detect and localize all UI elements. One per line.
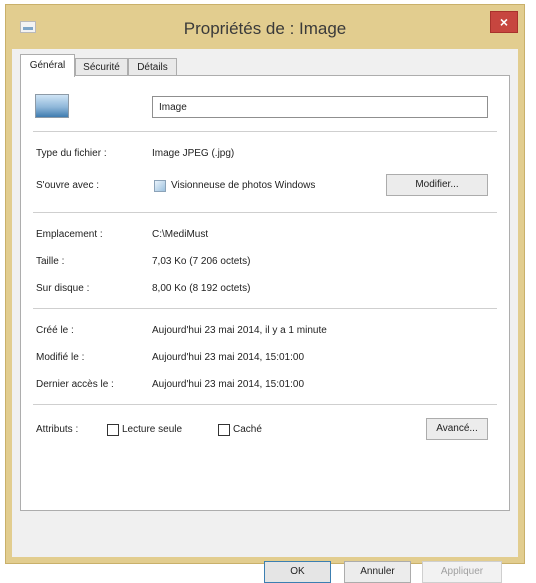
opens-with-label: S'ouvre avec :	[36, 180, 100, 191]
modified-label: Modifié le :	[36, 352, 85, 363]
size-value: 7,03 Ko (7 206 octets)	[152, 256, 251, 267]
dialog-title: Propriétés de : Image	[183, 19, 347, 38]
file-name-input[interactable]	[152, 96, 488, 118]
size-on-disk-label: Sur disque :	[36, 283, 90, 294]
properties-dialog: Propriétés de : Image × Général Sécurité…	[5, 4, 525, 583]
cancel-button[interactable]: Annuler	[344, 561, 411, 583]
ok-button[interactable]: OK	[264, 561, 331, 583]
title-bar[interactable]: Propriétés de : Image ×	[6, 5, 524, 49]
hidden-checkbox[interactable]	[218, 424, 230, 436]
readonly-checkbox[interactable]	[107, 424, 119, 436]
hidden-label: Caché	[233, 424, 262, 435]
file-type-value: Image JPEG (.jpg)	[152, 148, 235, 159]
change-app-button[interactable]: Modifier...	[386, 174, 488, 196]
size-label: Taille :	[36, 256, 65, 267]
separator	[33, 308, 497, 309]
location-label: Emplacement :	[36, 229, 103, 240]
separator	[33, 131, 497, 132]
created-value: Aujourd'hui 23 mai 2014, il y a 1 minute	[152, 325, 327, 336]
advanced-button[interactable]: Avancé...	[426, 418, 488, 440]
photo-viewer-icon	[154, 180, 166, 192]
separator	[33, 404, 497, 405]
separator	[33, 212, 497, 213]
file-type-label: Type du fichier :	[36, 148, 107, 159]
close-button[interactable]: ×	[490, 11, 518, 33]
opens-with-value: Visionneuse de photos Windows	[171, 180, 316, 191]
general-tab-panel: Type du fichier : Image JPEG (.jpg) S'ou…	[20, 75, 510, 511]
location-value: C:\MediMust	[152, 229, 209, 240]
readonly-label: Lecture seule	[122, 424, 183, 435]
tab-security[interactable]: Sécurité	[75, 58, 128, 76]
tab-general[interactable]: Général	[20, 54, 75, 77]
created-label: Créé le :	[36, 325, 74, 336]
attributes-label: Attributs :	[36, 424, 79, 435]
size-on-disk-value: 8,00 Ko (8 192 octets)	[152, 283, 251, 294]
accessed-label: Dernier accès le :	[36, 379, 114, 390]
accessed-value: Aujourd'hui 23 mai 2014, 15:01:00	[152, 379, 305, 390]
dialog-client-area: Général Sécurité Détails Type du fichier…	[12, 49, 518, 583]
apply-button[interactable]: Appliquer	[422, 561, 502, 583]
tab-details[interactable]: Détails	[128, 58, 177, 76]
modified-value: Aujourd'hui 23 mai 2014, 15:01:00	[152, 352, 305, 363]
image-thumbnail-icon	[35, 94, 69, 118]
